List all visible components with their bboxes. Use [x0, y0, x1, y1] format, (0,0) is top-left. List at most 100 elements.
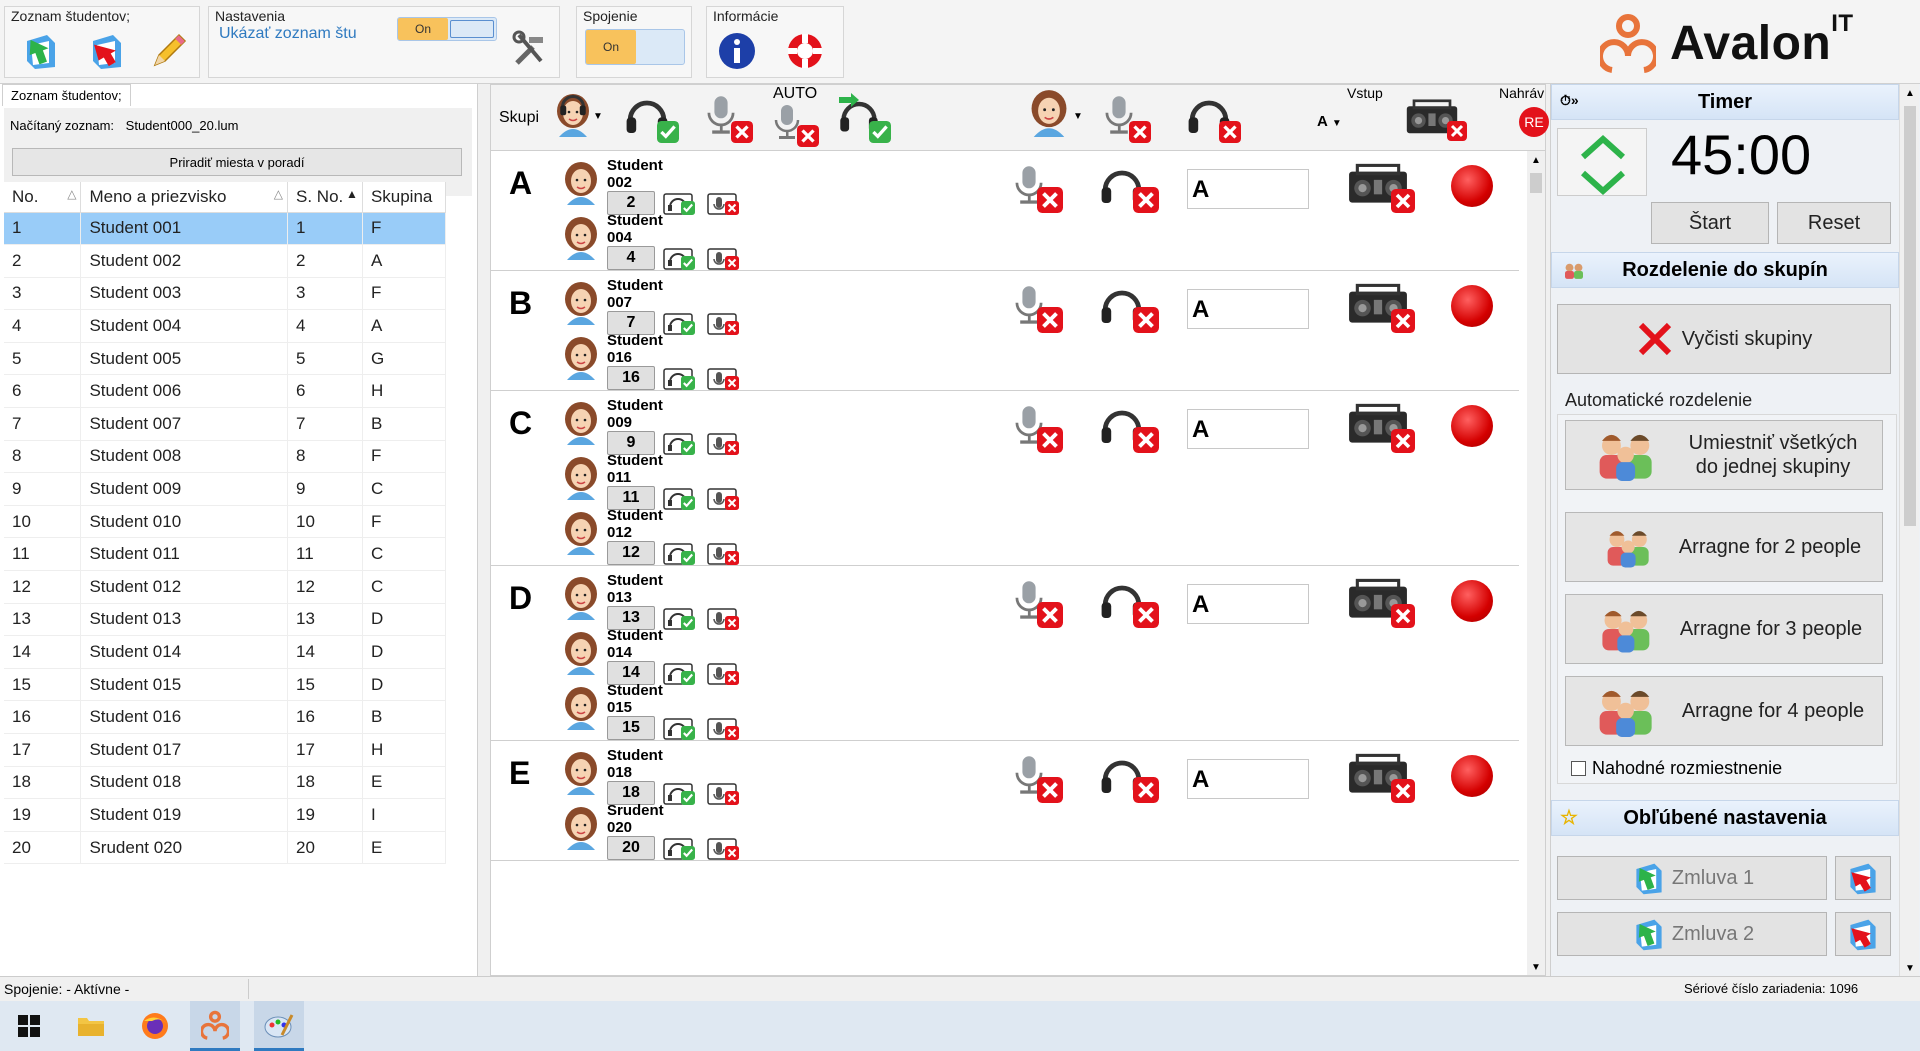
table-row[interactable]: 1 Student 001 1 F	[4, 212, 447, 246]
student-card[interactable]: Student 016 16	[561, 332, 771, 400]
group-input-field[interactable]: A	[1187, 289, 1309, 329]
column-header-name[interactable]: Meno a priezvisko △	[80, 182, 289, 213]
load-list-icon[interactable]	[19, 29, 63, 73]
student-avatar-dropdown[interactable]: ▼	[1027, 89, 1085, 141]
all-mic-off-icon[interactable]	[699, 91, 759, 145]
group-headphones-off-icon[interactable]	[1097, 576, 1161, 630]
table-row[interactable]: 16 Student 016 16 B	[4, 700, 447, 734]
table-row[interactable]: 9 Student 009 9 C	[4, 472, 447, 506]
group-recorder-off-icon[interactable]	[1347, 283, 1417, 335]
student-headphones-on-icon[interactable]	[663, 716, 697, 742]
arrange-3-button[interactable]: Arragne for 3 people	[1565, 594, 1883, 664]
table-row[interactable]: 5 Student 005 5 G	[4, 342, 447, 376]
favorite-1-button[interactable]: Zmluva 1	[1557, 856, 1827, 900]
group-recorder-off-icon[interactable]	[1347, 753, 1417, 805]
student-card[interactable]: Student 015 15	[561, 682, 771, 750]
show-list-link[interactable]: Ukázať zoznam štu	[219, 25, 357, 43]
table-row[interactable]: 12 Student 012 12 C	[4, 570, 447, 604]
file-explorer-icon[interactable]	[66, 1001, 116, 1051]
avalon-app-icon[interactable]	[190, 1001, 240, 1051]
student-headphones-on-icon[interactable]	[663, 366, 697, 392]
table-row[interactable]: 2 Student 002 2 A	[4, 244, 447, 278]
group-recorder-off-icon[interactable]	[1347, 403, 1417, 455]
group-record-button[interactable]	[1451, 580, 1493, 622]
table-row[interactable]: 17 Student 017 17 H	[4, 733, 447, 767]
student-mic-off-icon[interactable]	[707, 716, 741, 742]
timer-adjust[interactable]	[1557, 128, 1647, 196]
group-mic-off-icon[interactable]	[1007, 576, 1067, 630]
save-favorite-2-button[interactable]	[1835, 912, 1891, 956]
student-mic-off-icon[interactable]	[707, 541, 741, 567]
student-headphones-off-icon[interactable]	[1185, 91, 1245, 145]
group-input-field[interactable]: A	[1187, 584, 1309, 624]
student-headphones-on-icon[interactable]	[663, 541, 697, 567]
table-row[interactable]: 18 Student 018 18 E	[4, 766, 447, 800]
all-one-group-button[interactable]: Umiestniť všetkých do jednej skupiny	[1565, 420, 1883, 490]
group-input-field[interactable]: A	[1187, 409, 1309, 449]
clear-groups-button[interactable]: Vyčisti skupiny	[1557, 304, 1891, 374]
group-headphones-off-icon[interactable]	[1097, 281, 1161, 335]
timer-header[interactable]: ⏱» Timer	[1551, 84, 1899, 120]
teacher-avatar-icon[interactable]: ▼	[553, 89, 603, 141]
student-headphones-on-icon[interactable]	[663, 836, 697, 862]
student-card[interactable]: Srudent 020 20	[561, 802, 771, 870]
arrange-4-button[interactable]: Arragne for 4 people	[1565, 676, 1883, 746]
student-mic-off-icon[interactable]	[707, 246, 741, 272]
paint-app-icon[interactable]	[254, 1001, 304, 1051]
table-row[interactable]: 3 Student 003 3 F	[4, 277, 447, 311]
record-button[interactable]: RE	[1519, 107, 1549, 137]
auto-mic-off-icon[interactable]	[767, 101, 827, 149]
table-row[interactable]: 13 Student 013 13 D	[4, 603, 447, 637]
group-headphones-off-icon[interactable]	[1097, 751, 1161, 805]
column-header-group[interactable]: Skupina	[362, 182, 447, 213]
random-placement-checkbox[interactable]: Nahodné rozmiestnenie	[1571, 758, 1782, 779]
column-header-seat[interactable]: S. No. ▲	[287, 182, 363, 213]
tools-icon[interactable]	[507, 27, 551, 71]
column-header-no[interactable]: No. △	[4, 182, 82, 213]
all-headphones-on-icon[interactable]	[623, 91, 683, 145]
group-mic-off-icon[interactable]	[1007, 751, 1067, 805]
edit-pencil-icon[interactable]	[147, 29, 191, 73]
firefox-icon[interactable]	[130, 1001, 180, 1051]
group-input-field[interactable]: A	[1187, 169, 1309, 209]
tab-student-list[interactable]: Zoznam študentov;	[2, 84, 131, 106]
group-record-button[interactable]	[1451, 755, 1493, 797]
student-mic-off-icon[interactable]	[1097, 91, 1157, 145]
favorites-header[interactable]: ☆ Obľúbené nastavenia	[1551, 800, 1899, 836]
recorder-off-icon[interactable]	[1405, 99, 1469, 143]
table-row[interactable]: 6 Student 006 6 H	[4, 374, 447, 409]
help-lifebuoy-icon[interactable]	[783, 29, 827, 73]
table-row[interactable]: 4 Student 004 4 A	[4, 309, 447, 343]
table-row[interactable]: 11 Student 011 11 C	[4, 537, 447, 572]
groups-scrollbar[interactable]: ▲ ▼	[1527, 151, 1545, 975]
favorite-2-button[interactable]: Zmluva 2	[1557, 912, 1827, 956]
group-headphones-off-icon[interactable]	[1097, 401, 1161, 455]
group-mic-off-icon[interactable]	[1007, 161, 1067, 215]
group-record-button[interactable]	[1451, 285, 1493, 327]
table-row[interactable]: 20 Srudent 020 20 E	[4, 831, 447, 865]
student-mic-off-icon[interactable]	[707, 836, 741, 862]
group-mic-off-icon[interactable]	[1007, 401, 1067, 455]
group-record-button[interactable]	[1451, 405, 1493, 447]
settings-toggle[interactable]: On	[397, 17, 497, 41]
student-card[interactable]: Student 012 12	[561, 507, 771, 575]
group-recorder-off-icon[interactable]	[1347, 163, 1417, 215]
save-list-icon[interactable]	[85, 29, 129, 73]
group-input-field[interactable]: A	[1187, 759, 1309, 799]
reset-button[interactable]: Reset	[1777, 202, 1891, 244]
assign-seats-button[interactable]: Priradiť miesta v poradí	[12, 148, 462, 176]
group-recorder-off-icon[interactable]	[1347, 578, 1417, 630]
info-icon[interactable]	[715, 29, 759, 73]
table-row[interactable]: 14 Student 014 14 D	[4, 635, 447, 669]
group-record-button[interactable]	[1451, 165, 1493, 207]
student-headphones-on-icon[interactable]	[663, 246, 697, 272]
timer-collapse-icon[interactable]: ⏱»	[1560, 92, 1579, 109]
windows-start-icon[interactable]	[4, 1001, 54, 1051]
sidebar-scrollbar[interactable]: ▲ ▼	[1899, 84, 1919, 976]
pair-headset-on-icon[interactable]	[837, 91, 897, 145]
student-card[interactable]: Student 004 4	[561, 212, 771, 280]
table-row[interactable]: 8 Student 008 8 F	[4, 440, 447, 474]
table-row[interactable]: 7 Student 007 7 B	[4, 407, 447, 441]
save-favorite-1-button[interactable]	[1835, 856, 1891, 900]
group-mic-off-icon[interactable]	[1007, 281, 1067, 335]
